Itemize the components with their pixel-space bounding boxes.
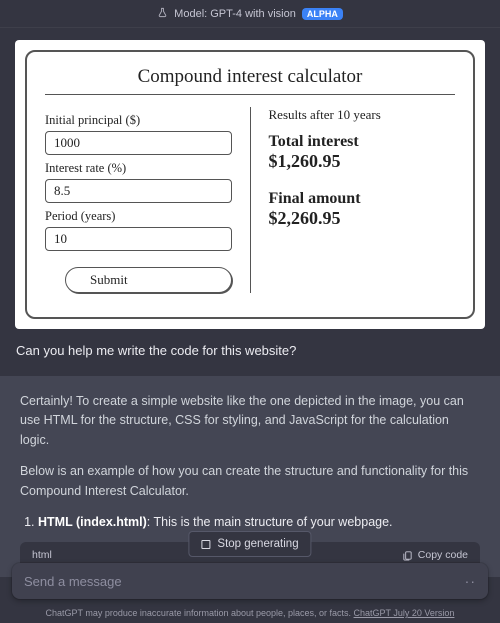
mockup-form: Initial principal ($) 1000 Interest rate… (45, 107, 232, 293)
model-header: Model: GPT-4 with vision ALPHA (0, 0, 500, 28)
version-link[interactable]: ChatGPT July 20 Version (354, 608, 455, 618)
assistant-para-2: Below is an example of how you can creat… (20, 462, 480, 501)
principal-label: Initial principal ($) (45, 113, 232, 128)
results-heading: Results after 10 years (269, 107, 456, 123)
clipboard-icon (402, 550, 413, 561)
copy-code-label: Copy code (418, 547, 468, 563)
copy-code-button[interactable]: Copy code (402, 547, 468, 563)
model-label: Model: GPT-4 with vision (174, 8, 296, 20)
period-input: 10 (45, 227, 232, 251)
send-indicator-icon: ·· (465, 573, 476, 589)
mockup-title: Compound interest calculator (45, 66, 455, 95)
period-label: Period (years) (45, 209, 232, 224)
uploaded-image: Compound interest calculator Initial pri… (15, 40, 485, 329)
flask-icon (157, 7, 168, 21)
assistant-para-1: Certainly! To create a simple website li… (20, 392, 480, 450)
principal-input: 1000 (45, 131, 232, 155)
list-item-rest: : This is the main structure of your web… (147, 515, 393, 529)
final-amount-value: $2,260.95 (269, 208, 456, 229)
total-interest-value: $1,260.95 (269, 151, 456, 172)
assistant-list-item: HTML (index.html): This is the main stru… (38, 513, 480, 532)
user-message-block: Compound interest calculator Initial pri… (0, 28, 500, 376)
list-item-bold: HTML (index.html) (38, 515, 147, 529)
submit-button-mock: Submit (65, 267, 232, 293)
message-input-container[interactable]: ·· (12, 563, 488, 599)
alpha-badge: ALPHA (302, 8, 343, 20)
total-interest-label: Total interest (269, 133, 456, 151)
rate-label: Interest rate (%) (45, 161, 232, 176)
final-amount-label: Final amount (269, 190, 456, 208)
stop-generating-label: Stop generating (217, 538, 298, 550)
mockup-results: Results after 10 years Total interest $1… (250, 107, 456, 293)
rate-input: 8.5 (45, 179, 232, 203)
stop-generating-button[interactable]: Stop generating (188, 531, 311, 557)
footer-disclaimer: ChatGPT may produce inaccurate informati… (0, 608, 500, 618)
message-input[interactable] (24, 574, 465, 589)
stop-icon (201, 540, 210, 549)
calculator-mockup: Compound interest calculator Initial pri… (25, 50, 475, 319)
code-lang-label: html (32, 547, 52, 563)
footer-text: ChatGPT may produce inaccurate informati… (46, 608, 354, 618)
user-message-text: Can you help me write the code for this … (12, 343, 488, 358)
